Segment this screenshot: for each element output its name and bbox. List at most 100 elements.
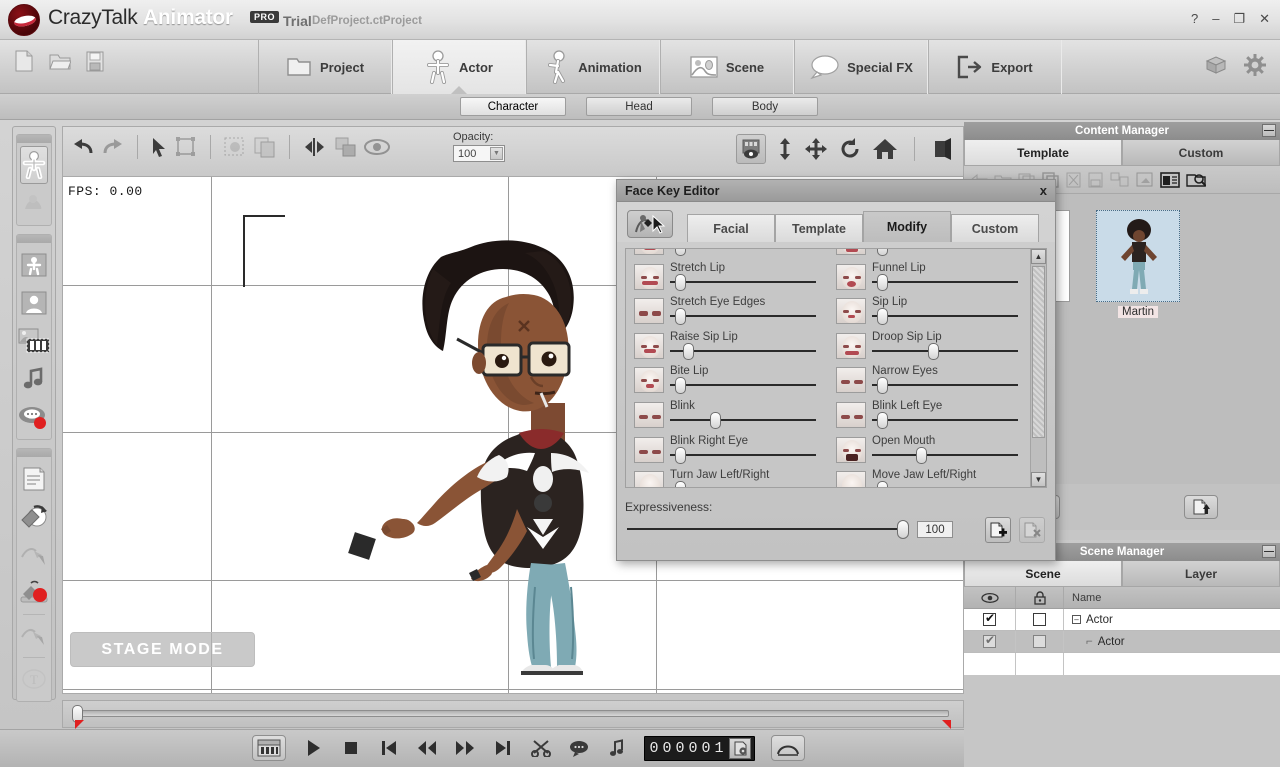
- music-note-icon[interactable]: [606, 737, 628, 759]
- morph-slider-row[interactable]: Bite Lip: [630, 365, 824, 400]
- morph-thumb[interactable]: [877, 411, 888, 429]
- range-start-marker[interactable]: [75, 720, 84, 729]
- morph-thumb[interactable]: [675, 377, 686, 395]
- nav-tab-project[interactable]: Project: [258, 40, 392, 94]
- audio-note-icon[interactable]: [17, 360, 51, 398]
- clip-scissors-icon[interactable]: [530, 737, 552, 759]
- flip-horizontal-icon[interactable]: [302, 136, 328, 158]
- tab-custom[interactable]: Custom: [1122, 140, 1280, 166]
- arrange-order-icon[interactable]: [334, 136, 358, 158]
- range-end-marker[interactable]: [942, 720, 951, 729]
- morph-slider-row[interactable]: Flat Lip: [832, 249, 1026, 262]
- close-button[interactable]: ✕: [1259, 12, 1270, 25]
- play-icon[interactable]: [302, 737, 324, 759]
- content-item[interactable]: Martin: [1096, 210, 1180, 484]
- row-lock-toggle[interactable]: [1016, 609, 1064, 630]
- rewind-icon[interactable]: [416, 737, 438, 759]
- morph-slider-row[interactable]: Droop Sip Lip: [832, 331, 1026, 366]
- morph-thumb[interactable]: [675, 446, 686, 464]
- row-visibility-toggle[interactable]: [964, 631, 1016, 652]
- home-view-icon[interactable]: [872, 137, 898, 161]
- search-icon[interactable]: [1186, 172, 1206, 188]
- sprite-editor-disabled-icon[interactable]: [17, 617, 51, 655]
- morph-track[interactable]: [670, 384, 816, 387]
- morph-slider-row[interactable]: Raise Chin: [630, 249, 824, 262]
- fast-forward-icon[interactable]: [454, 737, 476, 759]
- lipsync-bubble-record-icon[interactable]: [17, 398, 51, 436]
- new-file-icon[interactable]: [14, 50, 34, 72]
- add-key-icon[interactable]: [985, 517, 1011, 543]
- morph-thumb[interactable]: [928, 342, 939, 360]
- morph-slider-list[interactable]: Raise Chin Stretch Lip Stretch: [625, 248, 1047, 488]
- morph-track[interactable]: [670, 418, 816, 421]
- preview-eye-icon[interactable]: [736, 134, 766, 164]
- opacity-input[interactable]: 100 ▼: [453, 145, 505, 162]
- morph-track[interactable]: [872, 453, 1018, 456]
- visibility-eye-icon[interactable]: [364, 137, 390, 157]
- morph-thumb[interactable]: [675, 273, 686, 291]
- close-icon[interactable]: x: [1040, 183, 1047, 198]
- morph-thumb[interactable]: [675, 249, 686, 256]
- row-lock-toggle[interactable]: [1016, 631, 1064, 652]
- morph-slider-row[interactable]: Funnel Lip: [832, 262, 1026, 297]
- sub-tab-body[interactable]: Body: [712, 97, 818, 116]
- morph-thumb[interactable]: [916, 446, 927, 464]
- morph-thumb[interactable]: [683, 342, 694, 360]
- face-puppet-cursor-icon[interactable]: [627, 210, 673, 238]
- remove-key-icon[interactable]: [1019, 517, 1045, 543]
- next-frame-icon[interactable]: [492, 737, 514, 759]
- morph-list-scrollbar[interactable]: ▲ ▼: [1030, 249, 1046, 487]
- face-puppet-disabled-icon[interactable]: [17, 536, 51, 574]
- morph-track[interactable]: [872, 315, 1018, 318]
- group-icon[interactable]: [1110, 172, 1130, 188]
- text-tool-icon[interactable]: T: [17, 660, 51, 698]
- morph-slider-row[interactable]: Blink Left Eye: [832, 400, 1026, 435]
- reset-rotate-icon[interactable]: [838, 137, 862, 161]
- open-folder-icon[interactable]: [49, 51, 71, 71]
- tab-template[interactable]: Template: [775, 214, 863, 242]
- morph-track[interactable]: [670, 280, 816, 283]
- scroll-up-icon[interactable]: ▲: [1031, 249, 1046, 264]
- nav-tab-special-fx[interactable]: Special FX: [794, 40, 928, 94]
- morph-slider-row[interactable]: Stretch Lip: [630, 262, 824, 297]
- morph-thumb[interactable]: [675, 481, 686, 487]
- morph-slider-row[interactable]: Move Jaw Left/Right: [832, 469, 1026, 487]
- morph-thumb[interactable]: [877, 273, 888, 291]
- copy-layers-icon[interactable]: [253, 136, 277, 158]
- nav-tab-scene[interactable]: Scene: [660, 40, 794, 94]
- scrubber-track[interactable]: [77, 710, 949, 717]
- morph-track[interactable]: [670, 315, 816, 318]
- composer-mode-icon[interactable]: [17, 184, 51, 222]
- timecode-display[interactable]: 0 0 0 0 0 1: [644, 735, 755, 761]
- morph-thumb[interactable]: [877, 481, 888, 487]
- morph-slider-row[interactable]: Narrow Eyes: [832, 365, 1026, 400]
- row-name-cell[interactable]: ⌐ Actor: [1064, 631, 1280, 652]
- scrollbar-thumb[interactable]: [1032, 266, 1045, 438]
- actor-frame-icon[interactable]: [17, 246, 51, 284]
- morph-track[interactable]: [872, 418, 1018, 421]
- camera-view-icon[interactable]: [931, 137, 955, 161]
- minimize-icon[interactable]: —: [1262, 545, 1276, 558]
- expressiveness-thumb[interactable]: [897, 520, 909, 539]
- head-portrait-icon[interactable]: [17, 284, 51, 322]
- timeline-icon[interactable]: [252, 735, 286, 761]
- face-key-editor-title-bar[interactable]: Face Key Editor x: [617, 180, 1055, 202]
- male-character-thumb[interactable]: [1096, 210, 1180, 302]
- tab-template[interactable]: Template: [964, 140, 1122, 166]
- minimize-icon[interactable]: —: [1262, 124, 1276, 137]
- minimize-button[interactable]: –: [1212, 12, 1219, 25]
- morph-track[interactable]: [872, 384, 1018, 387]
- chevron-down-icon[interactable]: ▼: [490, 147, 503, 160]
- sub-tab-character[interactable]: Character: [460, 97, 566, 116]
- restore-button[interactable]: ❐: [1233, 12, 1245, 25]
- save-icon[interactable]: [1088, 172, 1104, 188]
- apply-to-scene-icon[interactable]: [1184, 495, 1218, 519]
- undo-icon[interactable]: [71, 136, 95, 158]
- row-name-cell[interactable]: – Actor: [1064, 609, 1280, 630]
- stop-icon[interactable]: [340, 737, 362, 759]
- box-3d-icon[interactable]: [1204, 54, 1228, 76]
- tree-collapse-icon[interactable]: –: [1072, 615, 1081, 624]
- fit-height-icon[interactable]: [776, 137, 794, 161]
- frame-settings-icon[interactable]: [729, 737, 751, 759]
- help-button[interactable]: ?: [1191, 12, 1198, 25]
